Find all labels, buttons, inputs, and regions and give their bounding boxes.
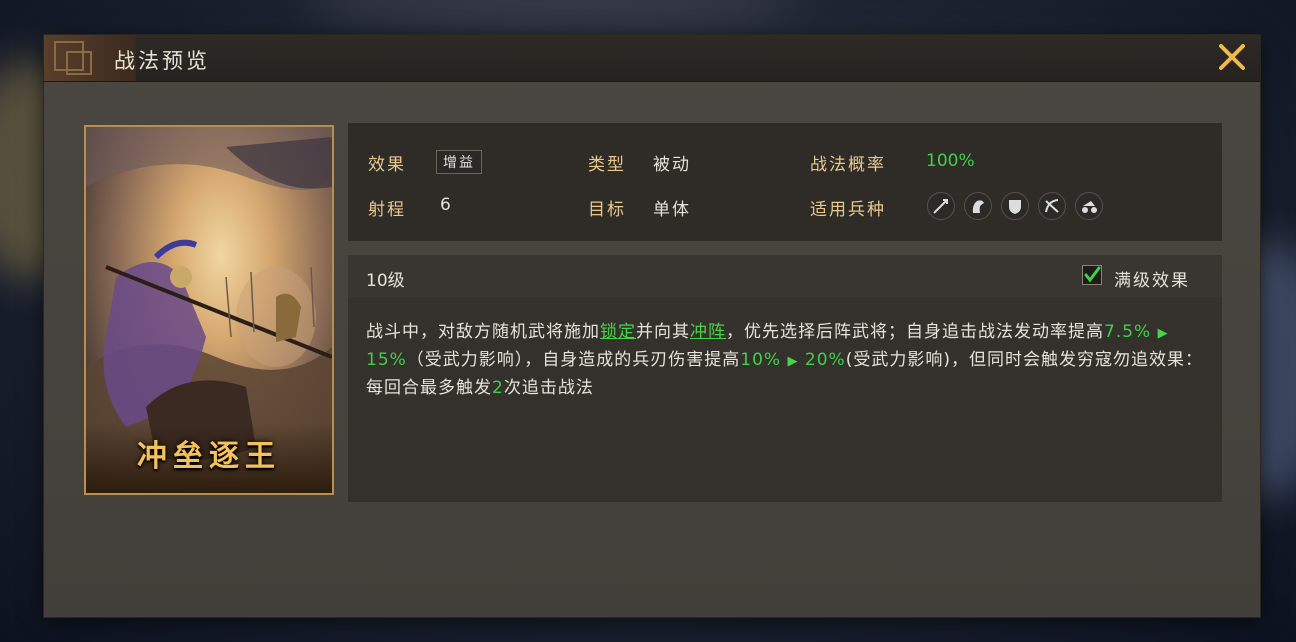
- skill-description: 战斗中，对敌方随机武将施加锁定并向其冲阵，优先选择后阵武将；自身追击战法发动率提…: [366, 319, 1206, 402]
- target-label: 目标: [588, 200, 626, 220]
- skill-level: 10级: [366, 271, 405, 291]
- value-max: 15%: [366, 350, 407, 370]
- spear-icon: [927, 192, 955, 220]
- max-level-checkbox[interactable]: [1082, 265, 1102, 285]
- shield-icon: [1001, 192, 1029, 220]
- value-count: 2: [492, 378, 504, 398]
- effect-tag: 增益: [436, 150, 482, 174]
- horse-icon: [964, 192, 992, 220]
- desc-text: 次追击战法: [503, 378, 594, 398]
- desc-text: 并向其: [636, 322, 690, 342]
- max-level-label: 满级效果: [1114, 271, 1190, 291]
- description-header: 10级 满级效果: [348, 255, 1222, 297]
- range-value: 6: [440, 195, 453, 215]
- type-value: 被动: [653, 155, 691, 175]
- arrow-right-icon: ▶: [1157, 326, 1169, 341]
- desc-text: 战斗中，对敌方随机武将施加: [366, 322, 600, 342]
- skill-name: 冲垒逐王: [137, 439, 281, 474]
- keyword-link-lock[interactable]: 锁定: [600, 322, 636, 342]
- arrow-right-icon: ▶: [787, 354, 799, 369]
- value-base: 10%: [740, 350, 782, 370]
- skill-info-box: 效果 增益 类型 被动 战法概率 100% 射程 6 目标 单体 适用兵种: [348, 123, 1222, 241]
- background-blur: [300, 0, 800, 30]
- close-button[interactable]: [1216, 41, 1248, 73]
- bow-icon: [1038, 192, 1066, 220]
- troops-label: 适用兵种: [810, 200, 886, 220]
- close-x-icon: [1219, 44, 1245, 70]
- value-base: 7.5%: [1104, 322, 1152, 342]
- window-title: 战法预览: [114, 49, 210, 73]
- effect-label: 效果: [368, 155, 406, 175]
- type-label: 类型: [588, 155, 626, 175]
- probability-value: 100%: [926, 151, 975, 171]
- skill-card: 冲垒逐王: [84, 125, 334, 495]
- target-value: 单体: [653, 200, 691, 220]
- keyword-link-charge[interactable]: 冲阵: [690, 322, 726, 342]
- probability-label: 战法概率: [810, 155, 886, 175]
- checkmark-icon: [1084, 266, 1101, 283]
- skill-preview-panel: 战法预览 冲垒逐王 效果 增益 类型 被动 战法概率 100% 射程 6 目标 …: [44, 35, 1260, 617]
- desc-text: ，优先选择后阵武将；自身追击战法发动率提高: [726, 322, 1104, 342]
- range-label: 射程: [368, 200, 406, 220]
- siege-icon: [1075, 192, 1103, 220]
- title-bar: 战法预览: [44, 35, 1260, 82]
- desc-text: （受武力影响），自身造成的兵刃伤害提高: [406, 350, 741, 370]
- value-max: 20%: [804, 350, 846, 370]
- skill-description-box: 10级 满级效果 战斗中，对敌方随机武将施加锁定并向其冲阵，优先选择后阵武将；自…: [348, 255, 1222, 502]
